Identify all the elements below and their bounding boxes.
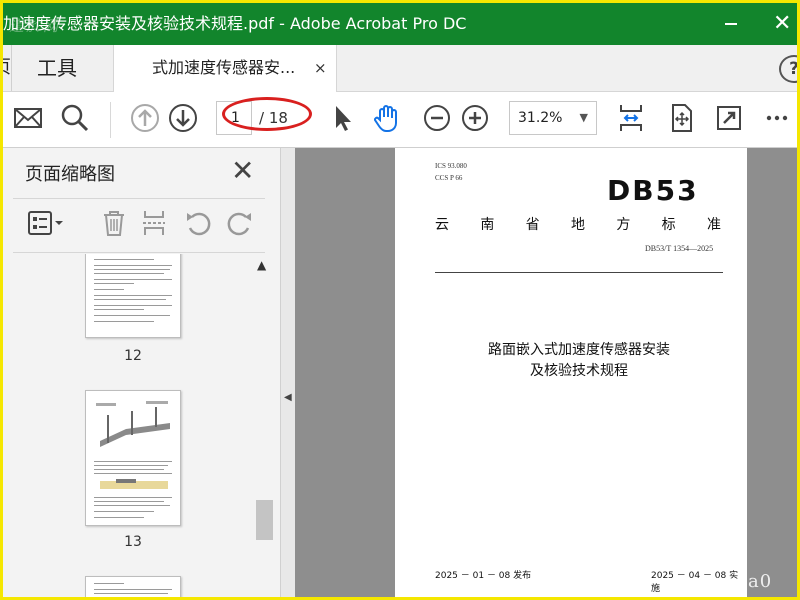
thumbnail-options-icon[interactable] — [27, 208, 67, 238]
watermark-logo: 道於网 — [9, 17, 61, 35]
zoom-level-select[interactable]: 31.2% ▼ — [509, 101, 597, 135]
site-watermark: www.cnda0 — [658, 571, 773, 592]
full-screen-icon[interactable] — [713, 102, 745, 134]
panel-divider — [13, 252, 265, 253]
previous-page-icon[interactable] — [129, 102, 161, 134]
panel-title: 页面缩略图 — [25, 164, 115, 185]
thumbnail-label: 13 — [124, 534, 142, 550]
next-page-icon[interactable] — [167, 102, 199, 134]
tab-bar: 页 工具 式加速度传感器安... × ? — [3, 45, 797, 93]
window-title: 加速度传感器安装及核验技术规程.pdf - Adobe Acrobat Pro … — [3, 14, 467, 33]
rotate-view-icon[interactable] — [665, 102, 697, 134]
title-bar: 加速度传感器安装及核验技术规程.pdf - Adobe Acrobat Pro … — [3, 3, 797, 45]
app-window: 加速度传感器安装及核验技术规程.pdf - Adobe Acrobat Pro … — [3, 3, 797, 597]
panel-divider — [13, 198, 265, 199]
ics-code: ICS 93.080 — [435, 162, 467, 170]
thumbnail-label: 12 — [124, 348, 142, 364]
thumbnail-scrollbar[interactable]: ▲ — [253, 254, 275, 597]
panel-collapse-strip[interactable]: ◀ — [281, 148, 295, 597]
zoom-level-value: 31.2% — [518, 110, 563, 126]
tab-divider — [11, 45, 12, 91]
minimize-button[interactable] — [725, 23, 737, 25]
search-icon[interactable] — [59, 102, 91, 134]
more-options-icon[interactable] — [763, 102, 795, 134]
document-view[interactable]: ICS 93.080 CCS P 66 DB53 云 南 省 地 方 标 准 D… — [295, 148, 797, 597]
hand-tool-icon[interactable] — [371, 102, 403, 134]
db-mark: DB53 — [607, 174, 699, 207]
standard-heading: 云 南 省 地 方 标 准 — [435, 217, 721, 233]
window-close-button[interactable]: ✕ — [773, 3, 797, 45]
thumbnail-page-12[interactable] — [85, 254, 181, 338]
zoom-out-icon[interactable] — [421, 102, 453, 134]
rotate-left-icon[interactable] — [183, 208, 213, 238]
ccs-code: CCS P 66 — [435, 174, 463, 182]
tab-document[interactable]: 式加速度传感器安... × — [113, 45, 337, 93]
fit-page-icon[interactable] — [615, 102, 647, 134]
pdf-page: ICS 93.080 CCS P 66 DB53 云 南 省 地 方 标 准 D… — [395, 148, 747, 597]
rotate-right-icon[interactable] — [225, 208, 255, 238]
annotation-ellipse — [222, 97, 312, 131]
scrollbar-thumb[interactable] — [256, 500, 273, 540]
toolbar-separator — [110, 102, 111, 138]
tab-close-icon[interactable]: × — [314, 45, 327, 91]
help-button[interactable]: ? — [779, 55, 797, 83]
thumbnail-page-14[interactable] — [85, 576, 181, 597]
tab-tools[interactable]: 工具 — [27, 45, 117, 91]
issue-date: 2025 － 01 － 08 发布 — [435, 571, 532, 581]
zoom-in-icon[interactable] — [459, 102, 491, 134]
select-cursor-icon[interactable] — [327, 102, 359, 134]
heading-rule — [435, 272, 723, 273]
thumbnail-list: 12 13 — [3, 254, 255, 597]
extract-page-icon[interactable] — [139, 208, 169, 238]
scroll-up-icon[interactable]: ▲ — [257, 258, 266, 272]
collapse-arrow-icon[interactable]: ◀ — [284, 392, 292, 403]
tab-home[interactable]: 页 — [3, 45, 11, 91]
toolbar: 1 / 18 31.2% ▼ — [3, 92, 797, 148]
thumbnail-panel: 页面缩略图 ✕ 12 13 ▲ — [3, 148, 281, 597]
mail-icon[interactable] — [12, 102, 44, 134]
chevron-down-icon: ▼ — [579, 111, 588, 124]
delete-page-icon[interactable] — [99, 208, 129, 238]
panel-close-icon[interactable]: ✕ — [231, 154, 254, 188]
tab-document-label: 式加速度传感器安... — [152, 58, 296, 77]
thumbnail-page-13[interactable] — [85, 390, 181, 526]
document-title: 路面嵌入式加速度传感器安装 及核验技术规程 — [488, 342, 670, 379]
standard-code: DB53/T 1354—2025 — [645, 244, 714, 253]
